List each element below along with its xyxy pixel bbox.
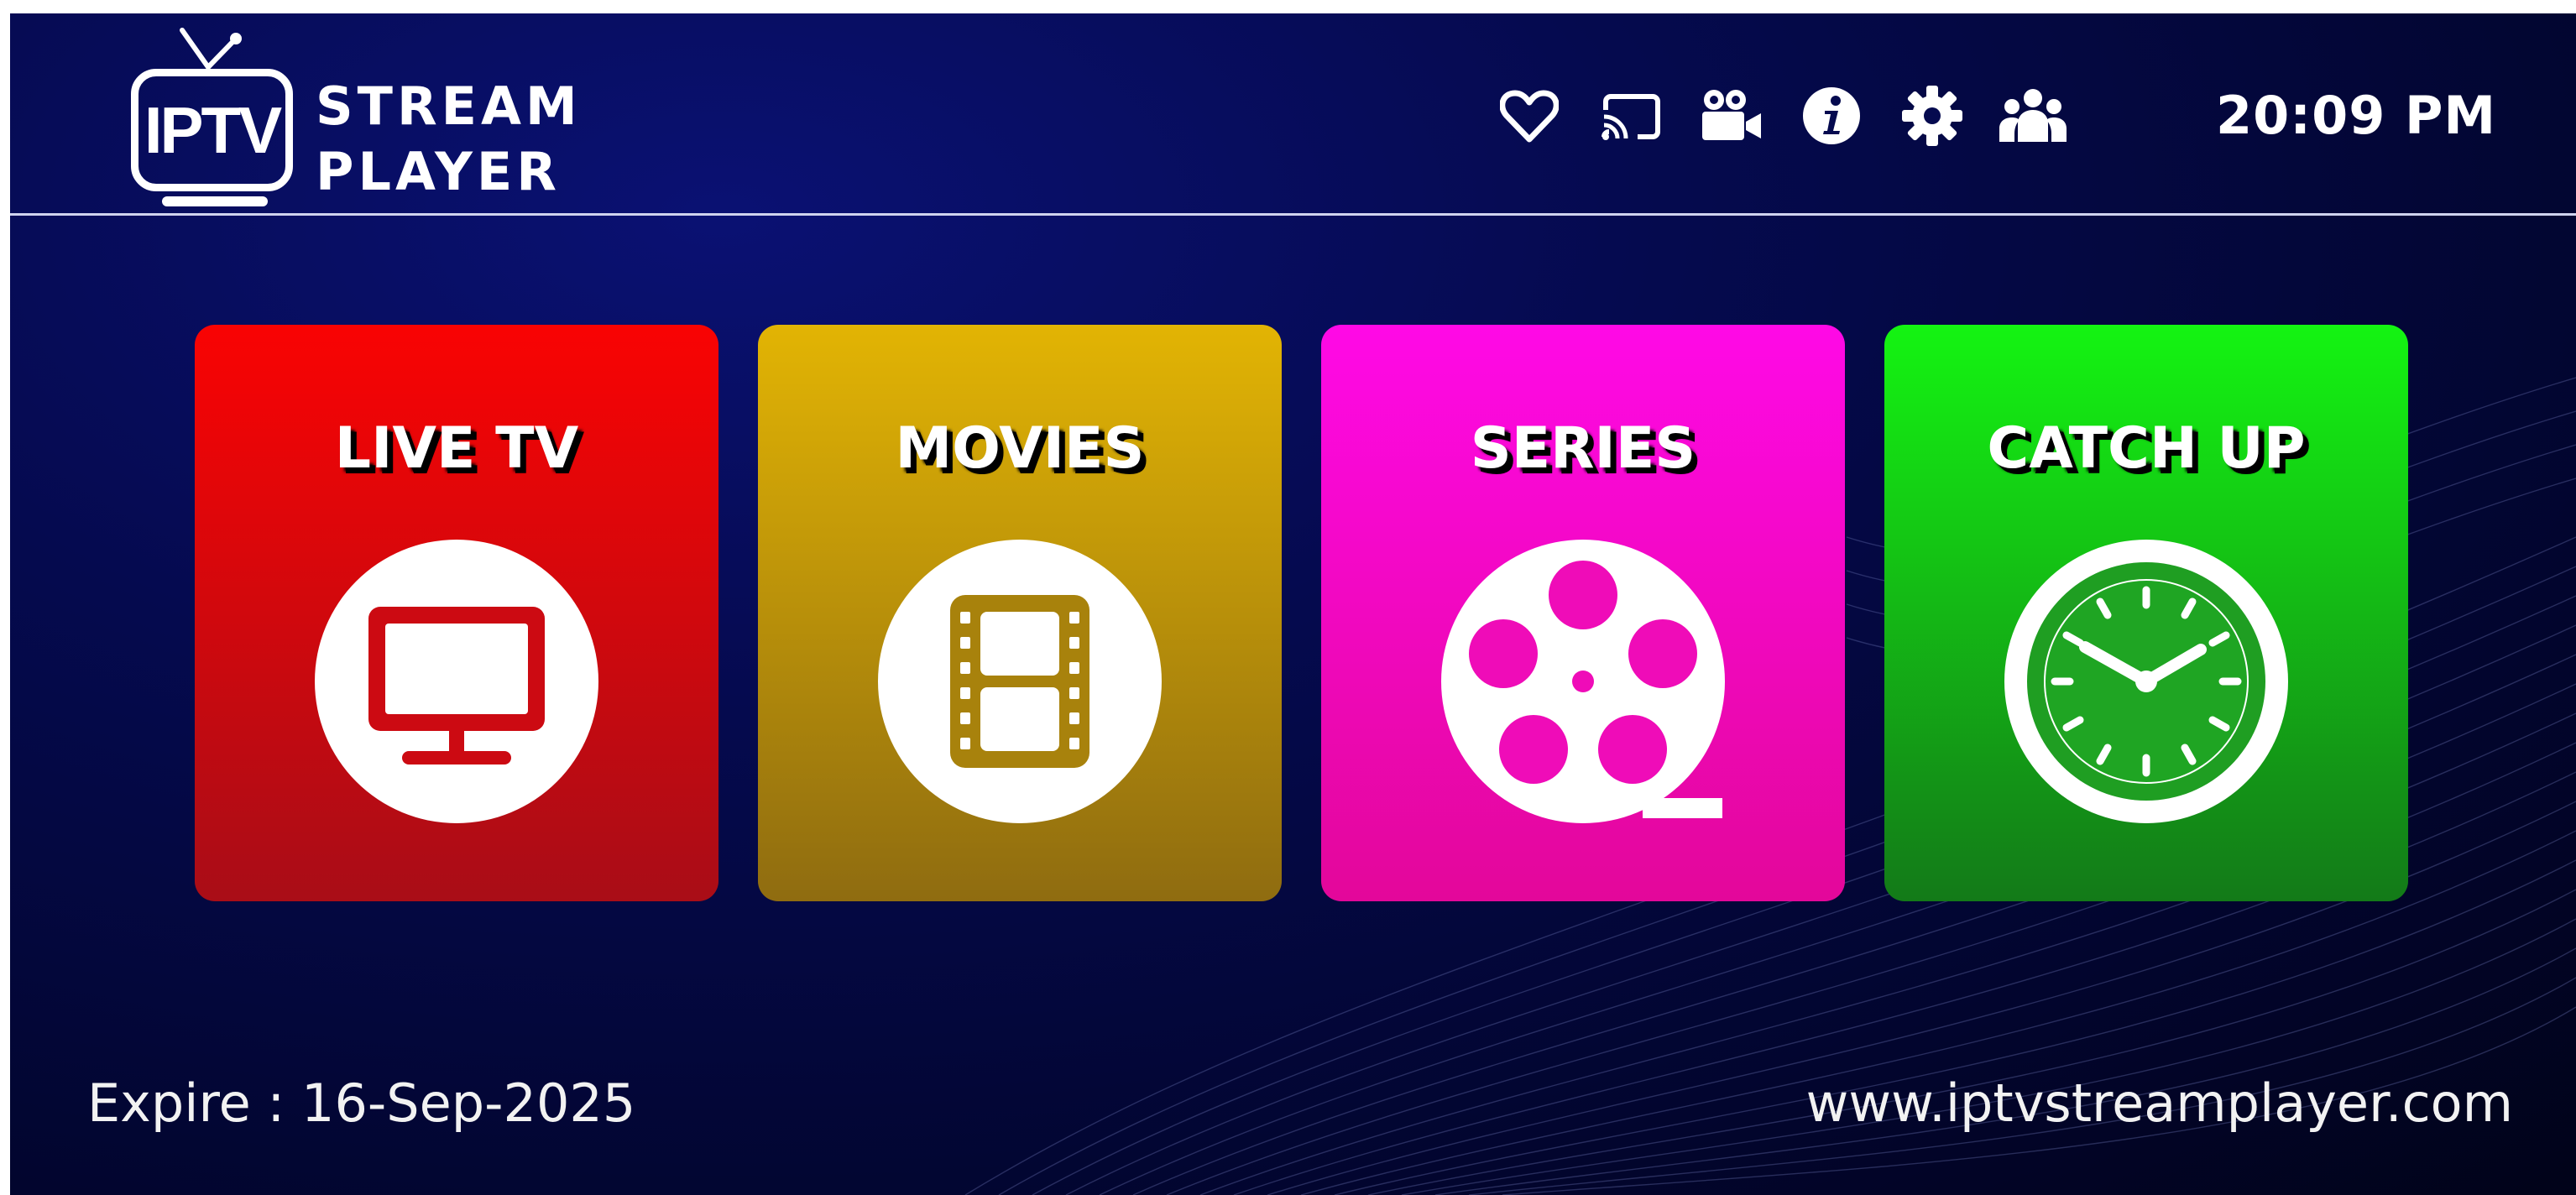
- tile-series[interactable]: SERIES: [1321, 325, 1845, 901]
- current-time: 20:09 PM: [2216, 85, 2497, 146]
- logo-tv-badge: IPTV: [131, 69, 293, 191]
- tile-label: MOVIES: [895, 415, 1145, 482]
- logo-wordmark: STREAM PLAYER: [316, 74, 582, 205]
- tile-live-tv[interactable]: LIVE TV: [195, 325, 718, 901]
- logo-antenna-icon: [180, 28, 242, 70]
- film-reel-icon: [1441, 540, 1725, 823]
- tile-icon-circle: [878, 540, 1162, 823]
- tile-label: LIVE TV: [334, 415, 579, 482]
- film-strip-icon: [950, 595, 1089, 768]
- tile-label: SERIES: [1470, 415, 1696, 482]
- favorites-heart-icon[interactable]: [1494, 81, 1565, 151]
- logo-tv-stand: [162, 196, 268, 206]
- logo-badge-text: IPTV: [144, 92, 282, 167]
- tile-label: CATCH UP: [1987, 415, 2306, 482]
- website-link[interactable]: www.iptvstreamplayer.com: [1806, 1072, 2513, 1134]
- header-toolbar: [1494, 81, 2068, 151]
- info-icon[interactable]: [1796, 81, 1867, 151]
- tile-catch-up[interactable]: CATCH UP: [1884, 325, 2408, 901]
- video-camera-icon[interactable]: [1696, 81, 1766, 151]
- tv-monitor-icon: [368, 607, 545, 764]
- subscription-expiry: Expire : 16-Sep-2025: [87, 1072, 636, 1134]
- tile-movies[interactable]: MOVIES: [758, 325, 1282, 901]
- settings-gear-icon[interactable]: [1897, 81, 1967, 151]
- clock-icon: [2027, 562, 2265, 801]
- tile-icon-circle: [315, 540, 598, 823]
- tile-icon-circle: [2004, 540, 2288, 823]
- logo-line-1: STREAM: [316, 76, 582, 137]
- app-logo: IPTV STREAM PLAYER: [122, 23, 625, 217]
- logo-line-2: PLAYER: [316, 141, 561, 202]
- cast-icon[interactable]: [1595, 81, 1665, 151]
- main-menu-tiles: LIVE TV MOVIES SERIES CATCH UP: [195, 325, 2409, 901]
- users-icon[interactable]: [1998, 81, 2068, 151]
- tile-icon-circle: [1441, 540, 1725, 823]
